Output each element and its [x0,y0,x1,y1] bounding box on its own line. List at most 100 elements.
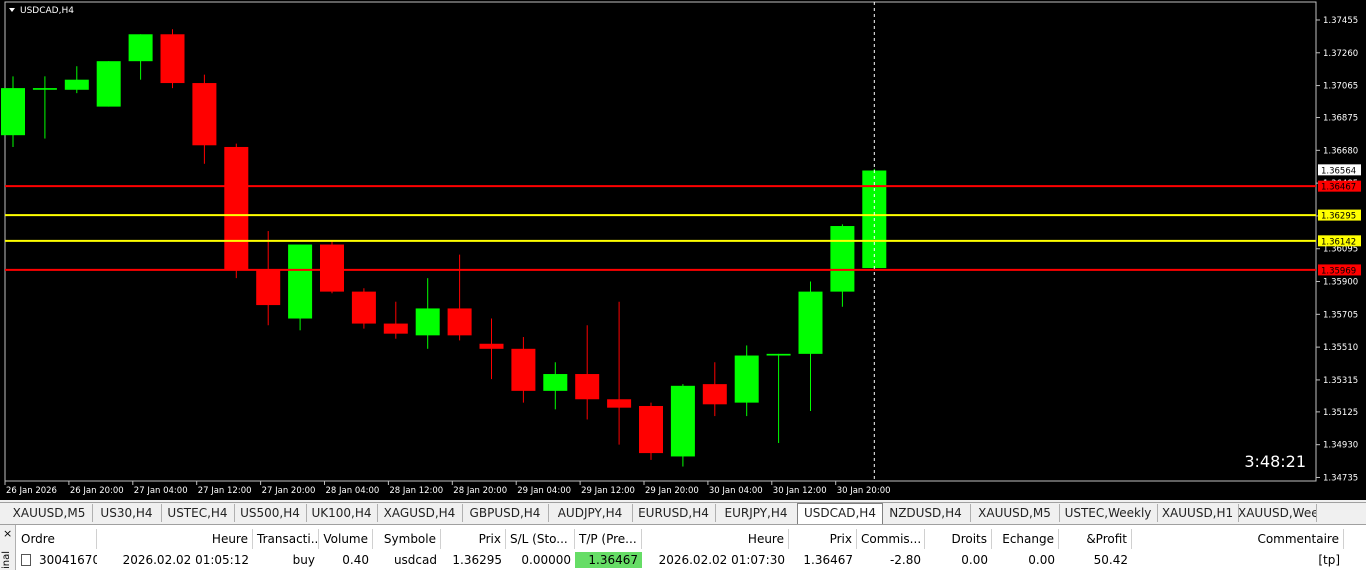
tab-xauusd-weel[interactable]: XAUUSD,Weel [1238,504,1317,522]
tab-nzdusd-h4[interactable]: NZDUSD,H4 [881,504,971,522]
candle-body [256,269,281,306]
price-level-label: 1.36467 [1321,183,1356,193]
candle-body [288,244,313,319]
terminal-side-label: inal [1,551,12,570]
tab-uk100-h4[interactable]: UK100,H4 [306,504,378,522]
bar-timer: 3:48:21 [1244,452,1306,471]
table-cell: 50.42 [1093,553,1128,567]
column-header[interactable]: Echange [992,529,1059,549]
price-tick-label: 1.35315 [1323,376,1358,386]
candle-body [543,374,568,391]
price-tick-label: 1.37065 [1323,82,1358,92]
candle-body [32,88,57,90]
terminal-panel: × inal Ordre Heure Transacti... Volume Symbo… [0,524,1366,570]
table-cell: 1.36295 [452,553,502,567]
table-cell: -2.80 [889,553,921,567]
price-tick-label: 1.35125 [1323,408,1358,418]
column-header[interactable]: &Profit [1059,529,1132,549]
table-cell: 1.36467 [575,552,642,568]
chart-title: USDCAD,H4 [20,6,74,16]
time-axis-label: 28 Jan 12:00 [389,486,443,496]
tab-audjpy-h4[interactable]: AUDJPY,H4 [548,504,633,522]
time-axis-label: 26 Jan 20:00 [70,486,124,496]
tab-xauusd-h1[interactable]: XAUUSD,H1 [1157,504,1239,522]
time-axis-label: 26 Jan 2026 [6,486,57,496]
column-header[interactable]: T/P (Pre... [575,529,642,549]
price-chart[interactable]: USDCAD,H4 1.37455 1.37260 1.37065 1.36875 1.3… [0,0,1366,500]
column-header[interactable]: Symbole [373,529,441,549]
candle-body [64,79,89,90]
column-header[interactable]: Transacti... [253,529,319,549]
tab-xagusd-h4[interactable]: XAGUSD,H4 [377,504,463,522]
chart-menu-icon[interactable] [9,8,15,12]
time-axis-label: 29 Jan 04:00 [517,486,571,496]
time-axis-label: 30 Jan 04:00 [709,486,763,496]
tab-xauusd-m5[interactable]: XAUUSD,M5 [6,504,93,522]
column-header[interactable]: Commentaire [1132,529,1344,549]
table-cell: 0.00000 [521,553,571,567]
tab-eurusd-h4[interactable]: EURUSD,H4 [632,504,716,522]
tab-us30-h4[interactable]: US30,H4 [92,504,162,522]
table-cell: 0.40 [342,553,369,567]
candle-body [639,405,663,454]
price-tick-label: 1.34735 [1323,473,1358,483]
candle-body [734,355,759,403]
candle-body [96,61,121,107]
terminal-side-strip: × inal [0,525,16,570]
table-cell: 0.00 [961,553,988,567]
time-axis-label: 29 Jan 20:00 [645,486,699,496]
tab-xauusd-m5[interactable]: XAUUSD,M5 [970,504,1060,522]
table-cell: usdcad [393,553,437,567]
table-cell: buy [292,553,315,567]
chart-area[interactable]: USDCAD,H4 1.37455 1.37260 1.37065 1.36875 1.3… [0,0,1366,500]
column-header[interactable]: Volume [319,529,373,549]
price-tick-label: 1.35705 [1323,310,1358,320]
candle-body [479,343,504,349]
candle-body [383,323,408,334]
candle-body [351,291,376,324]
price-tick-label: 1.34930 [1323,441,1358,451]
candle-body [830,226,855,292]
tab-us500-h4[interactable]: US500,H4 [234,504,307,522]
tab-ustec-weekly[interactable]: USTEC,Weekly [1059,504,1158,522]
tab-gbpusd-h4[interactable]: GBPUSD,H4 [462,504,549,522]
column-header[interactable]: Prix [441,529,506,549]
price-tick-label: 1.37455 [1323,16,1358,26]
candle-body [160,34,185,84]
price-level-label: 1.36142 [1321,237,1356,247]
candle-body [320,244,344,292]
column-header[interactable]: S/L (Sto... [506,529,575,549]
candle-body [128,34,153,62]
tab-ustec-h4[interactable]: USTEC,H4 [161,504,235,522]
column-header[interactable]: Droits [925,529,992,549]
candle-body [224,146,249,270]
column-header[interactable]: Heure [97,529,253,549]
table-cell: 2026.02.02 01:07:30 [658,553,785,567]
price-tick-label: 1.35900 [1323,278,1358,288]
time-axis-label: 30 Jan 12:00 [773,486,827,496]
column-header[interactable]: Ordre [17,529,97,549]
order-icon [21,554,31,566]
price-tick-label: 1.37260 [1323,49,1358,59]
candle-body [575,374,600,400]
close-icon[interactable]: × [3,527,12,540]
chart-tabs-bar: XAUUSD,M5 US30,H4 USTEC,H4 US500,H4 UK100,H4… [0,502,1366,524]
column-header[interactable]: Commis... [857,529,925,549]
time-axis-label: 29 Jan 12:00 [581,486,635,496]
candle-body [670,385,695,457]
candle-body [447,308,472,336]
price-level-label: 1.35969 [1321,266,1356,276]
column-header[interactable]: Heure [642,529,789,549]
column-header[interactable]: Prix [789,529,857,549]
time-axis-label: 28 Jan 04:00 [326,486,380,496]
tab-eurjpy-h4[interactable]: EURJPY,H4 [715,504,798,522]
candle-body [511,348,536,391]
candle-body [1,88,25,136]
time-axis-label: 30 Jan 20:00 [837,486,891,496]
price-tick-label: 1.36680 [1323,146,1358,156]
tab-usdcad-h4[interactable]: USDCAD,H4 [797,503,883,524]
table-cell: 1.36467 [803,553,853,567]
candle-body [607,399,632,408]
candle-body [415,308,440,336]
candle-body [798,291,823,354]
